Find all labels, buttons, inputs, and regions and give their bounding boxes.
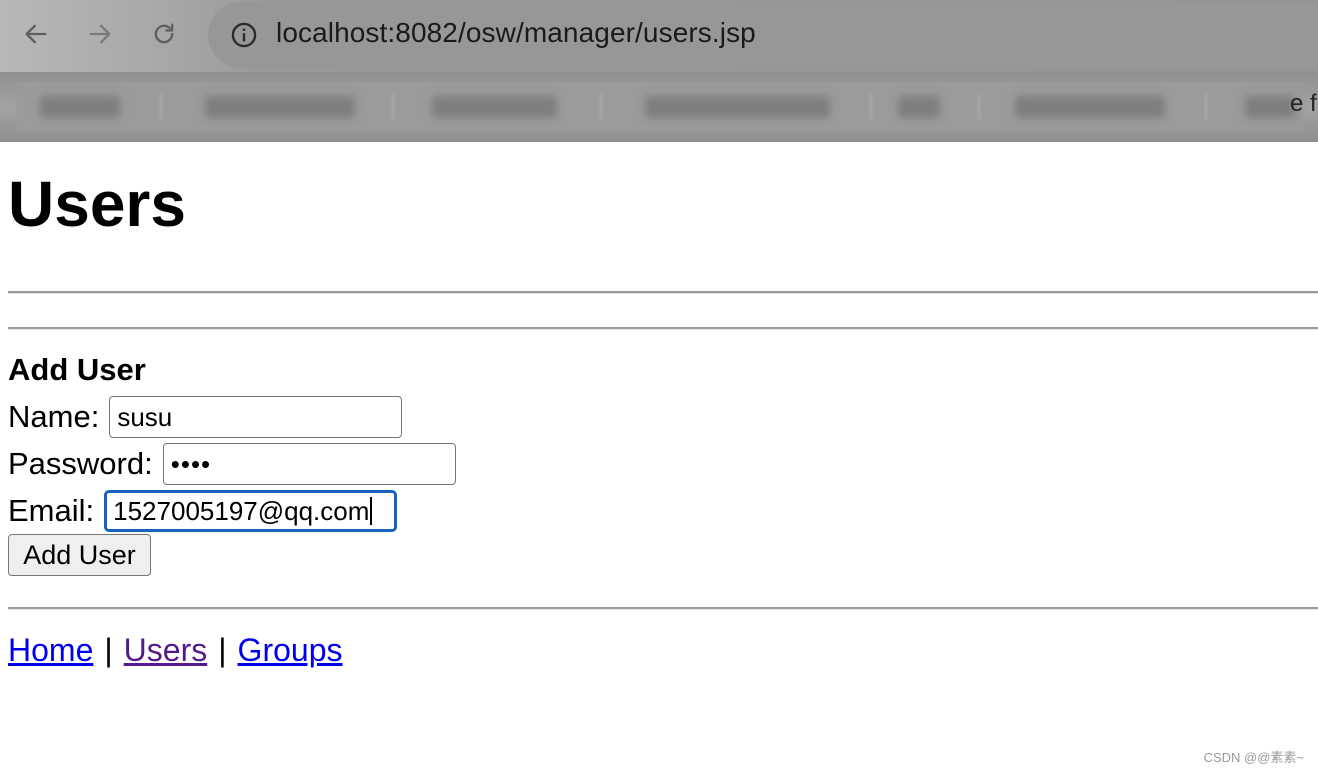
link-separator: |: [218, 632, 227, 668]
bookmark-item[interactable]: [40, 96, 120, 118]
add-user-button[interactable]: Add User: [8, 534, 151, 576]
back-arrow-icon: [25, 24, 47, 44]
bookmark-item[interactable]: [432, 96, 557, 118]
bookmark-overflow-text[interactable]: e f: [1290, 90, 1318, 118]
bookmark-item[interactable]: [1015, 96, 1165, 118]
groups-link[interactable]: Groups: [238, 632, 343, 668]
password-row: Password:: [8, 443, 456, 485]
bookmark-separator: [600, 94, 602, 120]
divider: [8, 327, 1318, 330]
reload-icon: [154, 23, 174, 44]
forward-button[interactable]: [82, 16, 118, 52]
bookmark-item[interactable]: [645, 96, 830, 118]
link-separator: |: [104, 632, 113, 668]
email-input[interactable]: 1527005197@qq.com: [104, 490, 398, 532]
bookmark-item[interactable]: [898, 96, 940, 118]
bookmark-separator: [160, 94, 162, 120]
reload-button[interactable]: [146, 16, 182, 52]
email-row: Email: 1527005197@qq.com: [8, 490, 398, 532]
text-caret: [370, 497, 373, 525]
bookmark-separator: [392, 94, 394, 120]
footer-nav: Home | Users | Groups: [8, 632, 342, 669]
email-input-value: 1527005197@qq.com: [113, 495, 370, 526]
browser-chrome: localhost:8082/osw/manager/users.jsp e f: [0, 0, 1318, 142]
bookmark-separator: [870, 94, 872, 120]
users-link[interactable]: Users: [124, 632, 208, 668]
csdn-watermark: CSDN @@素素~: [1203, 750, 1304, 765]
add-user-heading: Add User: [8, 352, 146, 387]
bookmark-item[interactable]: [205, 96, 355, 118]
forward-arrow-icon: [89, 24, 111, 44]
divider: [8, 607, 1318, 610]
email-label: Email:: [8, 493, 95, 528]
divider: [8, 291, 1318, 294]
bookmark-item[interactable]: [1245, 96, 1295, 118]
name-input[interactable]: [109, 396, 403, 438]
password-input[interactable]: [162, 443, 456, 485]
bookmark-separator: [1205, 94, 1207, 120]
name-row: Name:: [8, 396, 403, 438]
password-label: Password:: [8, 446, 153, 481]
bookmark-separator: [978, 94, 980, 120]
back-button[interactable]: [18, 16, 54, 52]
address-url[interactable]: localhost:8082/osw/manager/users.jsp: [276, 17, 756, 49]
name-label: Name:: [8, 399, 100, 434]
home-link[interactable]: Home: [8, 632, 93, 668]
site-info-icon[interactable]: [230, 21, 258, 49]
page-title: Users: [8, 168, 186, 240]
